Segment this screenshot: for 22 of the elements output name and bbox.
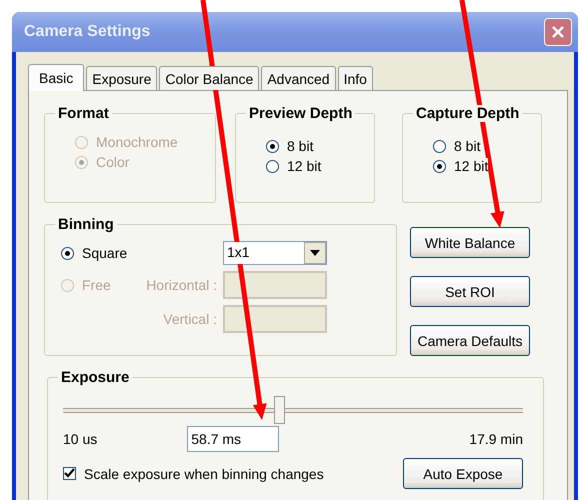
- tab[interactable]: Basic: [28, 64, 84, 91]
- checkmark-icon: [64, 468, 75, 479]
- button[interactable]: White Balance: [410, 227, 530, 258]
- tab[interactable]: Exposure: [86, 66, 158, 90]
- button[interactable]: Camera Defaults: [410, 325, 530, 356]
- min-label: 10 us: [63, 431, 98, 447]
- button[interactable]: Set ROI: [410, 276, 530, 307]
- auto-expose-button[interactable]: Auto Expose: [403, 458, 523, 489]
- tab[interactable]: Color Balance: [159, 66, 260, 90]
- max-label: 17.9 min: [469, 431, 523, 447]
- close-icon: [551, 25, 565, 39]
- field-label: Vertical :: [163, 311, 218, 327]
- tab[interactable]: Advanced: [261, 66, 336, 90]
- tab[interactable]: Info: [338, 66, 373, 90]
- exposure-slider[interactable]: [63, 396, 523, 426]
- close-button[interactable]: [544, 18, 572, 46]
- window-title: Camera Settings: [24, 23, 150, 41]
- checkbox[interactable]: Scale exposure when binning changes: [63, 466, 324, 482]
- exposure-field[interactable]: 58.7 ms: [187, 426, 280, 452]
- field-label: Horizontal :: [146, 277, 218, 293]
- size-dropdown[interactable]: 1x1: [223, 241, 327, 265]
- slider-thumb[interactable]: [274, 396, 286, 424]
